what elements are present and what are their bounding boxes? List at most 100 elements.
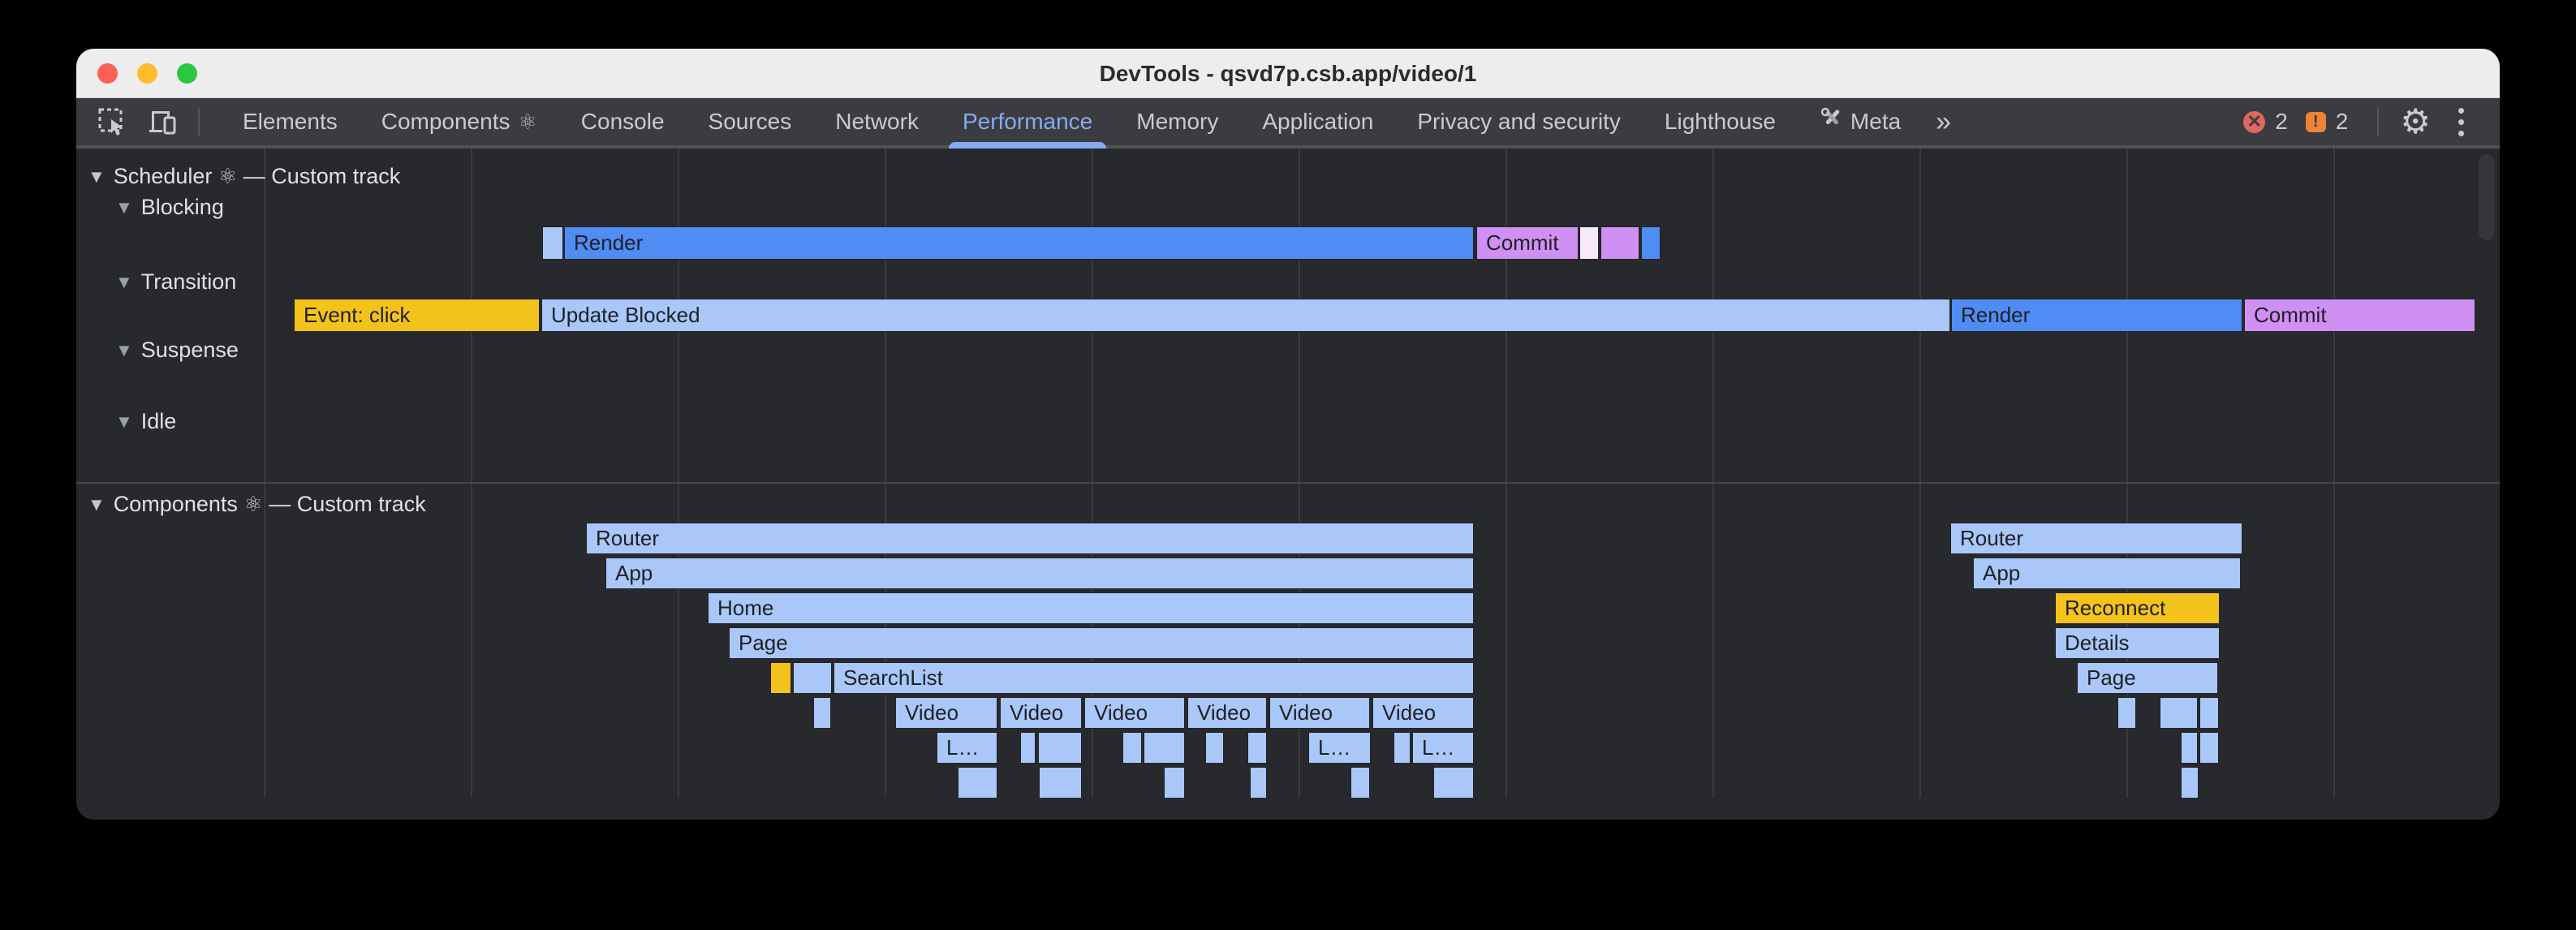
warning-icon[interactable]: ! — [2306, 112, 2326, 132]
flame-bar[interactable] — [1122, 732, 1142, 764]
lane-transition[interactable]: ▼Transition — [115, 265, 236, 298]
react-atom-icon: ⚛ — [243, 492, 262, 516]
track-title: Components — [114, 492, 238, 516]
tab-meta[interactable]: Meta — [1798, 98, 1923, 145]
tab-network[interactable]: Network — [813, 98, 941, 145]
flame-bar[interactable] — [1433, 767, 1474, 798]
track-header-components[interactable]: ▼ Components ⚛ — Custom track — [88, 488, 426, 520]
collapse-triangle-icon[interactable]: ▼ — [115, 406, 133, 438]
tab-application[interactable]: Application — [1240, 98, 1395, 145]
tab-label: Memory — [1136, 98, 1218, 145]
flame-bar-page[interactable]: Page — [729, 627, 1474, 659]
flame-bar[interactable] — [1579, 226, 1599, 260]
flame-bar-video[interactable]: Video — [1084, 697, 1185, 729]
flame-bar[interactable] — [813, 697, 831, 729]
flame-bar-l-[interactable]: L… — [1308, 732, 1371, 764]
flame-bar-l-[interactable]: L… — [1412, 732, 1474, 764]
flame-bar[interactable] — [1020, 732, 1036, 764]
flame-bar-app[interactable]: App — [1973, 558, 2241, 589]
time-gridline — [264, 149, 265, 798]
flame-bar[interactable] — [2199, 697, 2219, 729]
react-atom-icon: ⚛ — [518, 98, 536, 145]
time-gridline — [1919, 149, 1921, 798]
flame-bar[interactable] — [1205, 732, 1224, 764]
tab-console[interactable]: Console — [559, 98, 687, 145]
track-subtitle: — Custom track — [269, 492, 426, 516]
tab-sources[interactable]: Sources — [687, 98, 814, 145]
flame-bar-video[interactable]: Video — [1187, 697, 1267, 729]
flame-bar-commit[interactable]: Commit — [1476, 226, 1579, 260]
flame-bar-video[interactable]: Video — [895, 697, 997, 729]
tab-performance[interactable]: Performance — [941, 98, 1114, 145]
devtools-toolbar: ElementsComponents⚛ConsoleSourcesNetwork… — [76, 98, 2500, 149]
react-atom-icon: ⚛ — [218, 164, 237, 188]
time-gridline — [471, 149, 472, 798]
flame-bar[interactable] — [1038, 732, 1082, 764]
lane-blocking[interactable]: ▼Blocking — [115, 191, 224, 223]
flame-bar[interactable] — [1247, 732, 1267, 764]
flame-bar[interactable] — [1039, 767, 1082, 798]
flame-bar-l-[interactable]: L… — [937, 732, 997, 764]
flame-bar-video[interactable]: Video — [1372, 697, 1474, 729]
flame-bar[interactable] — [2160, 697, 2198, 729]
flame-bar[interactable] — [1250, 767, 1267, 798]
device-toolbar-icon[interactable] — [148, 107, 177, 136]
flame-bar-video[interactable]: Video — [1000, 697, 1082, 729]
collapse-triangle-icon[interactable]: ▼ — [115, 266, 133, 299]
tab-memory[interactable]: Memory — [1114, 98, 1240, 145]
flame-bar-details[interactable]: Details — [2055, 627, 2220, 659]
flame-bar-router[interactable]: Router — [586, 523, 1474, 554]
flame-bar[interactable] — [2181, 732, 2198, 764]
flame-bar[interactable] — [2181, 767, 2199, 798]
settings-gear-icon[interactable]: ⚙ — [2400, 105, 2431, 139]
flame-bar[interactable] — [1600, 226, 1639, 260]
flame-bar[interactable] — [2199, 732, 2219, 764]
collapse-triangle-icon[interactable]: ▼ — [88, 161, 106, 193]
flame-bar-commit[interactable]: Commit — [2244, 299, 2475, 332]
tab-elements[interactable]: Elements — [221, 98, 360, 145]
tab-privacy-and-security[interactable]: Privacy and security — [1395, 98, 1643, 145]
flame-bar-searchlist[interactable]: SearchList — [834, 662, 1474, 694]
toolbar-separator — [198, 108, 200, 136]
flame-bar[interactable] — [958, 767, 997, 798]
flame-bar[interactable] — [542, 226, 563, 260]
flame-bar[interactable] — [1641, 226, 1661, 260]
flame-bar[interactable] — [1164, 767, 1185, 798]
collapse-triangle-icon[interactable]: ▼ — [88, 489, 106, 521]
flame-bar-app[interactable]: App — [605, 558, 1474, 589]
flame-bar-reconnect[interactable]: Reconnect — [2055, 592, 2220, 624]
lane-suspense[interactable]: ▼Suspense — [115, 334, 239, 366]
flame-bar-update-blocked[interactable]: Update Blocked — [541, 299, 1950, 332]
collapse-triangle-icon[interactable]: ▼ — [115, 192, 133, 224]
more-tabs-button[interactable]: » — [1923, 106, 1964, 138]
lane-label-text: Idle — [141, 409, 177, 433]
kebab-menu-icon[interactable] — [2458, 108, 2464, 136]
tab-components[interactable]: Components⚛ — [360, 98, 559, 145]
flame-bar-router[interactable]: Router — [1950, 523, 2242, 554]
flame-bar-render[interactable]: Render — [564, 226, 1474, 260]
title-bar: DevTools - qsvd7p.csb.app/video/1 — [76, 49, 2500, 98]
inspect-element-icon[interactable] — [97, 107, 127, 136]
flame-bar[interactable] — [770, 662, 791, 694]
vertical-scrollbar-thumb[interactable] — [2479, 154, 2495, 240]
track-subtitle: — Custom track — [243, 164, 401, 188]
tab-label: Meta — [1850, 98, 1901, 145]
flame-bar[interactable] — [793, 662, 832, 694]
flame-bar-page[interactable]: Page — [2077, 662, 2218, 694]
flame-bar[interactable] — [1144, 732, 1185, 764]
flame-bar[interactable] — [1350, 767, 1370, 798]
tab-label: Application — [1262, 98, 1373, 145]
track-header-scheduler[interactable]: ▼Scheduler ⚛ — Custom track — [88, 160, 400, 192]
flame-bar-event-click[interactable]: Event: click — [294, 299, 540, 332]
collapse-triangle-icon[interactable]: ▼ — [115, 334, 133, 367]
flame-bar[interactable] — [1394, 732, 1411, 764]
lane-idle[interactable]: ▼ Idle — [115, 405, 176, 437]
tab-label: Privacy and security — [1417, 98, 1621, 145]
performance-flamechart-canvas[interactable]: ▼Scheduler ⚛ — Custom track▼Components ⚛… — [76, 149, 2500, 798]
tab-lighthouse[interactable]: Lighthouse — [1643, 98, 1798, 145]
flame-bar-render[interactable]: Render — [1951, 299, 2242, 332]
error-icon[interactable]: ✕ — [2243, 111, 2265, 133]
flame-bar-home[interactable]: Home — [708, 592, 1474, 624]
flame-bar-video[interactable]: Video — [1269, 697, 1370, 729]
flame-bar[interactable] — [2117, 697, 2136, 729]
